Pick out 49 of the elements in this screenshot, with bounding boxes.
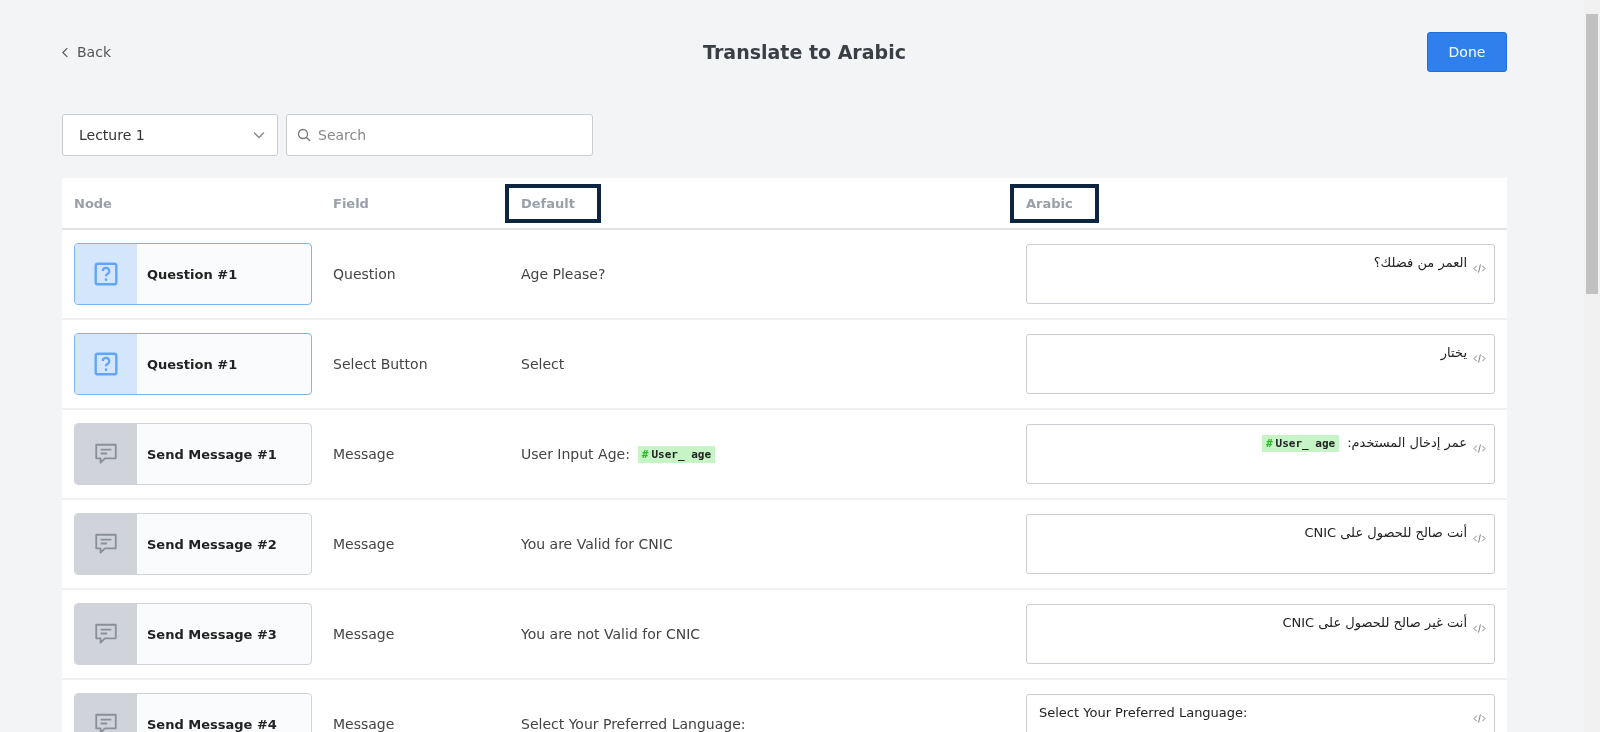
- column-header: Node: [73, 194, 113, 213]
- code-icon: [1473, 353, 1486, 364]
- chat-bubble-icon: [93, 531, 119, 557]
- table-cell: You are Valid for CNIC: [521, 536, 673, 552]
- chevron-left-icon: [62, 46, 69, 58]
- search-field[interactable]: Search: [286, 114, 593, 156]
- node-card[interactable]: Question #1: [74, 333, 312, 395]
- table-cell: Select: [521, 356, 565, 372]
- table-cell: Select Button: [333, 356, 428, 372]
- column-header: Default: [505, 183, 601, 223]
- variable-tag: # User_ age: [1261, 435, 1340, 452]
- back-link[interactable]: Back: [62, 44, 182, 60]
- question-icon: [93, 351, 119, 377]
- done-button[interactable]: Done: [1427, 32, 1507, 72]
- table-cell: You are not Valid for CNIC: [521, 626, 701, 642]
- translation-field[interactable]: يختار: [1026, 334, 1495, 394]
- table-cell: Message: [333, 626, 395, 642]
- lecture-dropdown[interactable]: Lecture 1: [62, 114, 278, 156]
- node-card[interactable]: Send Message #4: [74, 693, 312, 732]
- page-title: Translate to Arabic: [703, 41, 906, 63]
- caret-icon: [253, 131, 265, 139]
- table-cell: Question: [333, 266, 396, 282]
- column-header: Arabic: [1010, 183, 1099, 223]
- code-icon: [1473, 443, 1486, 454]
- chat-bubble-icon: [93, 441, 119, 467]
- table-cell: User Input Age:: [521, 446, 630, 462]
- translation-field[interactable]: أنت غير صالح للحصول على CNIC: [1026, 604, 1495, 664]
- translation-field[interactable]: أنت صالح للحصول على CNIC: [1026, 514, 1495, 574]
- variable-tag: # User_ age: [637, 445, 716, 463]
- table-cell: Message: [333, 446, 395, 462]
- chat-bubble-icon: [93, 621, 119, 647]
- question-icon: [93, 261, 119, 287]
- column-header: Field: [332, 194, 370, 213]
- node-card[interactable]: Question #1: [74, 243, 312, 305]
- table-cell: Message: [333, 536, 395, 552]
- translation-field[interactable]: العمر من فضلك؟: [1026, 244, 1495, 304]
- code-icon: [1473, 263, 1486, 274]
- code-icon: [1473, 623, 1486, 634]
- scrollbar[interactable]: [1584, 0, 1600, 732]
- code-icon: [1473, 533, 1486, 544]
- table-cell: Select Your Preferred Language:: [521, 716, 746, 732]
- node-card[interactable]: Send Message #2: [74, 513, 312, 575]
- node-card[interactable]: Send Message #1: [74, 423, 312, 485]
- node-card[interactable]: Send Message #3: [74, 603, 312, 665]
- translation-field[interactable]: Select Your Preferred Language:: [1026, 694, 1495, 732]
- table-cell: Message: [333, 716, 395, 732]
- code-icon: [1473, 713, 1486, 724]
- chat-bubble-icon: [93, 711, 119, 732]
- table-cell: Age Please?: [521, 266, 606, 282]
